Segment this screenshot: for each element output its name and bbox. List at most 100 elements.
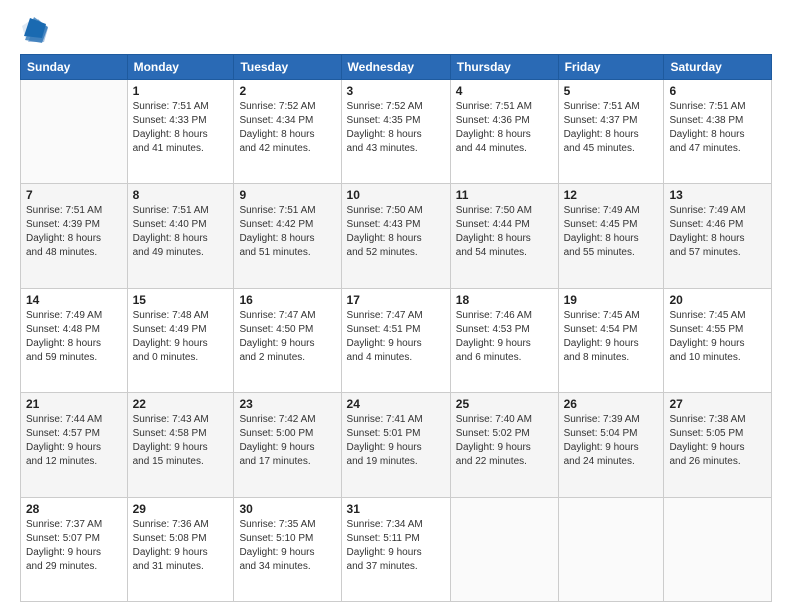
day-number: 15	[133, 293, 229, 307]
header-day-wednesday: Wednesday	[341, 55, 450, 80]
day-number: 12	[564, 188, 659, 202]
calendar-cell: 27Sunrise: 7:38 AM Sunset: 5:05 PM Dayli…	[664, 393, 772, 497]
day-number: 6	[669, 84, 766, 98]
day-info: Sunrise: 7:51 AM Sunset: 4:42 PM Dayligh…	[239, 204, 335, 260]
day-number: 11	[456, 188, 553, 202]
header-day-sunday: Sunday	[21, 55, 128, 80]
day-number: 7	[26, 188, 122, 202]
header-day-friday: Friday	[558, 55, 664, 80]
day-number: 2	[239, 84, 335, 98]
day-info: Sunrise: 7:50 AM Sunset: 4:44 PM Dayligh…	[456, 204, 553, 260]
calendar-cell: 5 Sunrise: 7:51 AM Sunset: 4:37 PM Daylig…	[558, 80, 664, 184]
calendar-cell	[664, 497, 772, 601]
calendar-cell: 2 Sunrise: 7:52 AM Sunset: 4:34 PM Daylig…	[234, 80, 341, 184]
header-day-saturday: Saturday	[664, 55, 772, 80]
calendar-cell: 1 Sunrise: 7:51 AM Sunset: 4:33 PM Daylig…	[127, 80, 234, 184]
calendar-cell: 28 Sunrise: 7:37 AM Sunset: 5:07 PM Dayli…	[21, 497, 128, 601]
day-number: 13	[669, 188, 766, 202]
day-info: Sunrise: 7:44 AM Sunset: 4:57 PM Dayligh…	[26, 413, 122, 469]
day-number: 4	[456, 84, 553, 98]
header-day-monday: Monday	[127, 55, 234, 80]
day-info: Sunrise: 7:38 AM Sunset: 5:05 PM Dayligh…	[669, 413, 766, 469]
calendar-cell	[558, 497, 664, 601]
calendar-cell: 3Sunrise: 7:52 AM Sunset: 4:35 PM Daylig…	[341, 80, 450, 184]
calendar-cell: 31 Sunrise: 7:34 AM Sunset: 5:11 PM Dayli…	[341, 497, 450, 601]
calendar-cell: 16 Sunrise: 7:47 AM Sunset: 4:50 PM Dayli…	[234, 288, 341, 392]
day-info: Sunrise: 7:46 AM Sunset: 4:53 PM Dayligh…	[456, 309, 553, 365]
calendar-cell: 4 Sunrise: 7:51 AM Sunset: 4:36 PM Daylig…	[450, 80, 558, 184]
calendar-cell: 6 Sunrise: 7:51 AM Sunset: 4:38 PM Daylig…	[664, 80, 772, 184]
day-info: Sunrise: 7:43 AM Sunset: 4:58 PM Dayligh…	[133, 413, 229, 469]
calendar-cell: 7 Sunrise: 7:51 AM Sunset: 4:39 PM Daylig…	[21, 184, 128, 288]
day-info: Sunrise: 7:39 AM Sunset: 5:04 PM Dayligh…	[564, 413, 659, 469]
day-info: Sunrise: 7:51 AM Sunset: 4:36 PM Dayligh…	[456, 100, 553, 156]
week-row-2: 14 Sunrise: 7:49 AM Sunset: 4:48 PM Dayli…	[21, 288, 772, 392]
header-day-thursday: Thursday	[450, 55, 558, 80]
day-info: Sunrise: 7:35 AM Sunset: 5:10 PM Dayligh…	[239, 518, 335, 574]
week-row-4: 28 Sunrise: 7:37 AM Sunset: 5:07 PM Dayli…	[21, 497, 772, 601]
calendar-cell: 25Sunrise: 7:40 AM Sunset: 5:02 PM Dayli…	[450, 393, 558, 497]
day-number: 31	[347, 502, 445, 516]
day-number: 8	[133, 188, 229, 202]
day-number: 18	[456, 293, 553, 307]
page: SundayMondayTuesdayWednesdayThursdayFrid…	[0, 0, 792, 612]
day-number: 17	[347, 293, 445, 307]
day-info: Sunrise: 7:48 AM Sunset: 4:49 PM Dayligh…	[133, 309, 229, 365]
calendar-cell: 14 Sunrise: 7:49 AM Sunset: 4:48 PM Dayli…	[21, 288, 128, 392]
calendar-cell: 10Sunrise: 7:50 AM Sunset: 4:43 PM Dayli…	[341, 184, 450, 288]
day-number: 28	[26, 502, 122, 516]
day-info: Sunrise: 7:41 AM Sunset: 5:01 PM Dayligh…	[347, 413, 445, 469]
day-info: Sunrise: 7:47 AM Sunset: 4:50 PM Dayligh…	[239, 309, 335, 365]
day-number: 21	[26, 397, 122, 411]
day-number: 29	[133, 502, 229, 516]
day-number: 3	[347, 84, 445, 98]
calendar-cell: 26 Sunrise: 7:39 AM Sunset: 5:04 PM Dayli…	[558, 393, 664, 497]
week-row-1: 7 Sunrise: 7:51 AM Sunset: 4:39 PM Daylig…	[21, 184, 772, 288]
day-number: 20	[669, 293, 766, 307]
header-day-tuesday: Tuesday	[234, 55, 341, 80]
day-info: Sunrise: 7:34 AM Sunset: 5:11 PM Dayligh…	[347, 518, 445, 574]
day-info: Sunrise: 7:49 AM Sunset: 4:46 PM Dayligh…	[669, 204, 766, 260]
calendar-cell: 19Sunrise: 7:45 AM Sunset: 4:54 PM Dayli…	[558, 288, 664, 392]
calendar-cell: 9 Sunrise: 7:51 AM Sunset: 4:42 PM Daylig…	[234, 184, 341, 288]
day-info: Sunrise: 7:51 AM Sunset: 4:33 PM Dayligh…	[133, 100, 229, 156]
day-info: Sunrise: 7:36 AM Sunset: 5:08 PM Dayligh…	[133, 518, 229, 574]
day-number: 14	[26, 293, 122, 307]
calendar-cell: 20 Sunrise: 7:45 AM Sunset: 4:55 PM Dayli…	[664, 288, 772, 392]
day-number: 24	[347, 397, 445, 411]
day-number: 25	[456, 397, 553, 411]
day-number: 10	[347, 188, 445, 202]
calendar-cell: 15 Sunrise: 7:48 AM Sunset: 4:49 PM Dayli…	[127, 288, 234, 392]
calendar-cell: 30 Sunrise: 7:35 AM Sunset: 5:10 PM Dayli…	[234, 497, 341, 601]
header-row: SundayMondayTuesdayWednesdayThursdayFrid…	[21, 55, 772, 80]
day-info: Sunrise: 7:51 AM Sunset: 4:39 PM Dayligh…	[26, 204, 122, 260]
day-info: Sunrise: 7:51 AM Sunset: 4:37 PM Dayligh…	[564, 100, 659, 156]
day-info: Sunrise: 7:45 AM Sunset: 4:54 PM Dayligh…	[564, 309, 659, 365]
calendar-cell: 11 Sunrise: 7:50 AM Sunset: 4:44 PM Dayli…	[450, 184, 558, 288]
calendar-cell: 8Sunrise: 7:51 AM Sunset: 4:40 PM Daylig…	[127, 184, 234, 288]
day-info: Sunrise: 7:49 AM Sunset: 4:48 PM Dayligh…	[26, 309, 122, 365]
week-row-0: 1 Sunrise: 7:51 AM Sunset: 4:33 PM Daylig…	[21, 80, 772, 184]
calendar-cell: 17Sunrise: 7:47 AM Sunset: 4:51 PM Dayli…	[341, 288, 450, 392]
day-info: Sunrise: 7:42 AM Sunset: 5:00 PM Dayligh…	[239, 413, 335, 469]
day-info: Sunrise: 7:51 AM Sunset: 4:38 PM Dayligh…	[669, 100, 766, 156]
day-number: 1	[133, 84, 229, 98]
header	[20, 16, 772, 44]
day-number: 22	[133, 397, 229, 411]
day-number: 16	[239, 293, 335, 307]
day-info: Sunrise: 7:45 AM Sunset: 4:55 PM Dayligh…	[669, 309, 766, 365]
day-number: 26	[564, 397, 659, 411]
day-info: Sunrise: 7:37 AM Sunset: 5:07 PM Dayligh…	[26, 518, 122, 574]
logo-icon	[20, 16, 48, 44]
calendar-cell: 12Sunrise: 7:49 AM Sunset: 4:45 PM Dayli…	[558, 184, 664, 288]
calendar-cell: 29 Sunrise: 7:36 AM Sunset: 5:08 PM Dayli…	[127, 497, 234, 601]
week-row-3: 21 Sunrise: 7:44 AM Sunset: 4:57 PM Dayli…	[21, 393, 772, 497]
day-number: 9	[239, 188, 335, 202]
calendar-cell: 13 Sunrise: 7:49 AM Sunset: 4:46 PM Dayli…	[664, 184, 772, 288]
calendar-cell: 21 Sunrise: 7:44 AM Sunset: 4:57 PM Dayli…	[21, 393, 128, 497]
day-number: 23	[239, 397, 335, 411]
day-info: Sunrise: 7:52 AM Sunset: 4:34 PM Dayligh…	[239, 100, 335, 156]
calendar-cell	[450, 497, 558, 601]
day-number: 30	[239, 502, 335, 516]
day-number: 5	[564, 84, 659, 98]
